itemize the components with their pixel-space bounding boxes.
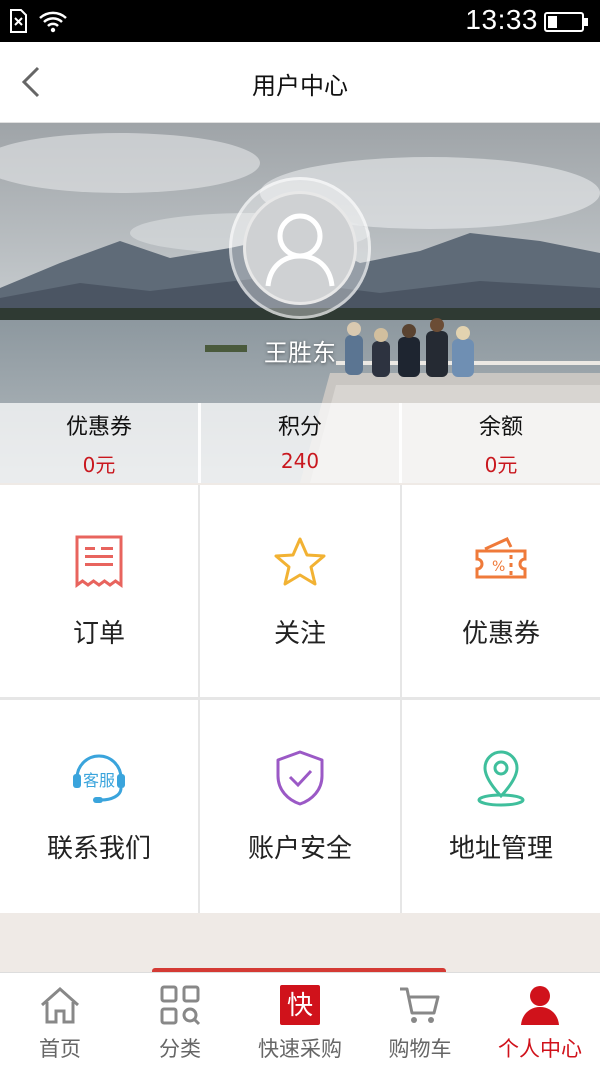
menu-label: 账户安全 bbox=[247, 834, 352, 864]
svg-text:%: % bbox=[492, 559, 505, 575]
stat-label: 余额 bbox=[478, 415, 523, 440]
menu-address[interactable]: 地址管理 bbox=[402, 700, 600, 913]
menu-label: 联系我们 bbox=[46, 834, 151, 864]
stat-label: 优惠券 bbox=[65, 415, 132, 440]
star-icon bbox=[274, 537, 326, 586]
stat-value: 240 bbox=[280, 449, 320, 473]
menu-contact[interactable]: 客服 联系我们 bbox=[0, 700, 198, 913]
default-user-icon bbox=[265, 213, 335, 287]
menu-coupons[interactable]: % 优惠券 bbox=[402, 485, 600, 697]
stat-value: 0元 bbox=[82, 453, 116, 477]
cart-icon bbox=[400, 987, 440, 1023]
customer-service-icon: 客服 bbox=[73, 754, 125, 803]
menu-label: 订单 bbox=[72, 619, 125, 649]
stat-label: 积分 bbox=[277, 415, 322, 440]
username: 王胜东 bbox=[264, 339, 336, 367]
coupon-ticket-icon: % bbox=[475, 537, 527, 579]
avatar bbox=[243, 191, 357, 305]
tab-label: 分类 bbox=[159, 1037, 201, 1061]
shield-check-icon bbox=[276, 750, 324, 806]
no-sim-icon bbox=[10, 9, 27, 33]
location-pin-icon bbox=[477, 750, 525, 807]
menu-label: 关注 bbox=[273, 619, 326, 649]
person-icon bbox=[521, 986, 559, 1025]
tab-personal-center[interactable]: 个人中心 bbox=[480, 973, 600, 1068]
account-stats: 优惠券 0元 积分 240 余额 0元 bbox=[0, 403, 600, 483]
service-icon-text: 客服 bbox=[83, 771, 115, 790]
tab-label: 快速采购 bbox=[258, 1037, 342, 1061]
status-icons-left bbox=[8, 9, 68, 33]
content-spacer bbox=[0, 913, 600, 971]
menu-label: 地址管理 bbox=[448, 834, 553, 864]
tab-label: 个人中心 bbox=[498, 1037, 582, 1061]
tab-quick-buy[interactable]: 快 快速采购 bbox=[240, 973, 360, 1068]
stat-coupon[interactable]: 优惠券 0元 bbox=[0, 403, 198, 483]
home-icon bbox=[41, 986, 79, 1024]
quick-buy-icon: 快 bbox=[280, 985, 320, 1025]
tab-category[interactable]: 分类 bbox=[120, 973, 240, 1068]
category-grid-icon bbox=[160, 985, 201, 1026]
menu-label: 优惠券 bbox=[461, 619, 540, 649]
battery-icon bbox=[544, 12, 588, 32]
tab-home[interactable]: 首页 bbox=[0, 973, 120, 1068]
menu-follow[interactable]: 关注 bbox=[200, 485, 400, 697]
wifi-icon bbox=[39, 11, 67, 33]
avatar-frame[interactable] bbox=[229, 177, 371, 319]
tab-label: 购物车 bbox=[388, 1037, 452, 1061]
stat-value: 0元 bbox=[484, 453, 518, 477]
menu-security[interactable]: 账户安全 bbox=[200, 700, 400, 913]
order-receipt-icon bbox=[75, 535, 123, 588]
stat-points[interactable]: 积分 240 bbox=[198, 403, 399, 483]
menu-grid: 订单 关注 % 优惠券 客服 联系我们 账户安全 地址管理 bbox=[0, 485, 600, 913]
top-header: 用户中心 bbox=[0, 42, 600, 123]
page-title: 用户中心 bbox=[252, 72, 348, 100]
menu-orders[interactable]: 订单 bbox=[0, 485, 198, 697]
status-bar: 13:33 bbox=[0, 0, 600, 42]
tab-label: 首页 bbox=[39, 1037, 81, 1061]
quick-buy-icon-text: 快 bbox=[287, 991, 313, 1021]
status-time: 13:33 bbox=[465, 4, 538, 35]
bottom-tab-bar: 首页 分类 快 快速采购 购物车 个人中心 bbox=[0, 972, 600, 1068]
tab-cart[interactable]: 购物车 bbox=[360, 973, 480, 1068]
stat-balance[interactable]: 余额 0元 bbox=[399, 403, 600, 483]
